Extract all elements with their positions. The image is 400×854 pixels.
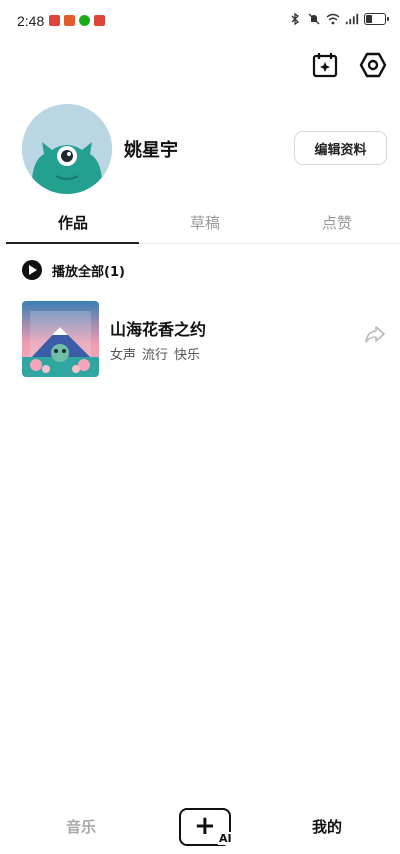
status-indicators xyxy=(288,12,389,26)
play-all-button[interactable]: 播放全部(1) xyxy=(22,260,125,280)
mute-icon xyxy=(308,13,320,25)
nav-mine[interactable]: 我的 xyxy=(312,816,342,837)
app-red-square-icon xyxy=(94,15,105,26)
avatar[interactable] xyxy=(22,104,112,194)
song-title: 山海花香之约 xyxy=(110,320,207,339)
calendar-add-icon[interactable] xyxy=(311,51,339,79)
plus-icon: + xyxy=(194,811,216,841)
tab-works[interactable]: 作品 xyxy=(6,212,140,233)
song-tag: 流行 xyxy=(142,348,169,363)
play-all-label: 播放全部(1) xyxy=(52,264,125,280)
avatar-image xyxy=(22,104,112,194)
share-icon[interactable] xyxy=(364,323,386,345)
edit-profile-button[interactable]: 编辑资料 xyxy=(294,131,387,165)
status-time: 2:48 xyxy=(17,13,45,29)
song-tags: 女声 流行 快乐 xyxy=(110,344,200,363)
song-tag: 快乐 xyxy=(174,348,201,363)
bluetooth-icon xyxy=(291,12,300,26)
nav-music[interactable]: 音乐 xyxy=(66,816,96,837)
tab-drafts[interactable]: 草稿 xyxy=(138,212,272,233)
signal-icon xyxy=(345,13,359,25)
tab-underline xyxy=(6,242,139,244)
create-ai-label: AI xyxy=(218,832,233,845)
app-red-icon xyxy=(49,15,60,26)
play-icon xyxy=(22,260,42,280)
bottom-nav: 音乐 + AI 我的 xyxy=(0,794,400,854)
content-tabs: 作品 草稿 点赞 xyxy=(0,200,400,244)
settings-icon[interactable] xyxy=(359,51,387,79)
battery-icon xyxy=(364,13,389,25)
status-bar: 2:48 xyxy=(0,0,400,44)
username: 姚星宇 xyxy=(124,140,178,161)
wechat-icon xyxy=(79,15,90,26)
wifi-icon xyxy=(326,13,340,25)
app-orange-icon xyxy=(64,15,75,26)
create-ai-button[interactable]: + AI xyxy=(179,808,233,846)
song-row[interactable]: 山海花香之约 女声 流行 快乐 xyxy=(22,301,388,377)
song-cover xyxy=(22,301,99,377)
song-tag: 女声 xyxy=(110,348,137,363)
tab-likes[interactable]: 点赞 xyxy=(270,212,400,233)
